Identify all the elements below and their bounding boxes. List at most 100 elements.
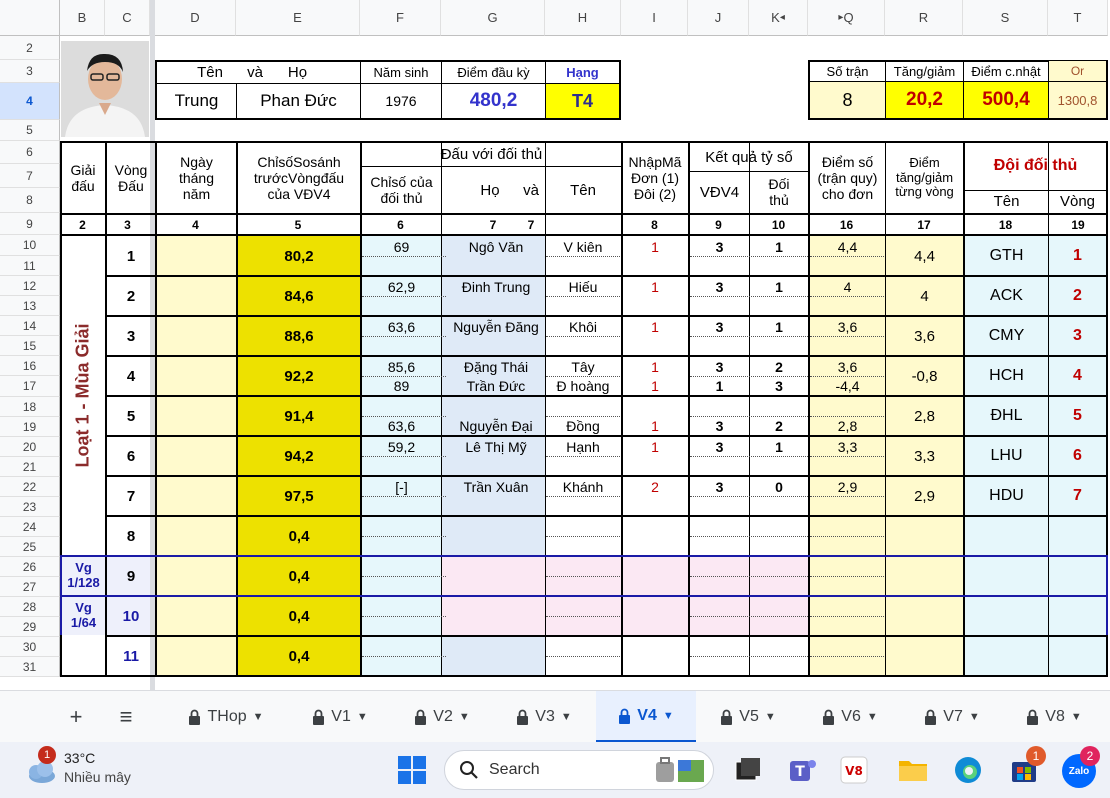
row-header[interactable]: 6: [0, 141, 60, 164]
row-header[interactable]: 2: [0, 36, 60, 60]
updated-score-cell[interactable]: 500,4: [964, 82, 1048, 118]
opponent-index[interactable]: [-]: [362, 477, 441, 496]
start-score-cell[interactable]: 480,2: [442, 84, 545, 118]
opponent-name[interactable]: Khánh: [546, 477, 620, 496]
round-index-cell[interactable]: 0,4: [238, 557, 360, 595]
opponent-index[interactable]: 89: [362, 376, 441, 395]
match-points[interactable]: 3,3: [810, 437, 885, 456]
row-header[interactable]: 25: [0, 537, 60, 557]
match-type[interactable]: 1: [622, 357, 688, 376]
match-points[interactable]: 2,8: [810, 416, 885, 435]
row-header[interactable]: 28: [0, 597, 60, 617]
opponent-round[interactable]: 1: [1049, 237, 1106, 275]
round-delta[interactable]: 4,4: [886, 237, 963, 275]
row-header[interactable]: 8: [0, 188, 60, 213]
row-header[interactable]: 20: [0, 437, 60, 457]
row-header[interactable]: 27: [0, 577, 60, 597]
opponent-team[interactable]: LHU: [965, 437, 1048, 475]
opponent-round[interactable]: 7: [1049, 477, 1106, 515]
expand-right-icon[interactable]: ▸: [838, 12, 843, 23]
round-delta[interactable]: 3,3: [886, 437, 963, 475]
row-header[interactable]: 22: [0, 477, 60, 497]
chevron-down-icon[interactable]: ▼: [969, 711, 980, 723]
column-header[interactable]: R: [885, 0, 963, 36]
sheet-tab-v8[interactable]: V8 ▼: [1004, 691, 1104, 743]
sheet-tab-v3[interactable]: V3 ▼: [494, 691, 594, 743]
column-header[interactable]: ▸ Q: [808, 0, 885, 36]
round-index-cell[interactable]: 0,4: [238, 517, 360, 555]
opponent-index[interactable]: 63,6: [362, 317, 441, 336]
match-type[interactable]: 1: [622, 237, 688, 256]
sheet-tab-v6[interactable]: V6 ▼: [800, 691, 900, 743]
score-opponent[interactable]: 0: [750, 477, 808, 496]
weather-temp[interactable]: 33°C: [64, 750, 95, 766]
match-points[interactable]: 4,4: [810, 237, 885, 256]
opponent-index[interactable]: 63,6: [362, 416, 441, 435]
opponent-team[interactable]: HCH: [965, 357, 1048, 395]
opponent-index[interactable]: 69: [362, 237, 441, 256]
chevron-down-icon[interactable]: ▼: [1071, 711, 1082, 723]
score-opponent[interactable]: 1: [750, 317, 808, 336]
first-name-cell[interactable]: Trung: [157, 84, 236, 118]
opponent-team[interactable]: ĐHL: [965, 397, 1048, 435]
row-header[interactable]: 11: [0, 256, 60, 276]
opponent-index[interactable]: 85,6: [362, 357, 441, 376]
opponent-name[interactable]: Khôi: [546, 317, 620, 336]
opponent-round[interactable]: 5: [1049, 397, 1106, 435]
windows-start-icon[interactable]: [396, 754, 428, 786]
row-header[interactable]: 12: [0, 276, 60, 296]
column-header[interactable]: D: [155, 0, 236, 36]
opponent-name[interactable]: Hạnh: [546, 437, 620, 456]
match-points[interactable]: 3,6: [810, 317, 885, 336]
column-header[interactable]: C: [105, 0, 150, 36]
opponent-index[interactable]: 62,9: [362, 277, 441, 296]
opponent-name[interactable]: Hiếu: [546, 277, 620, 296]
sheet-tab-v1[interactable]: V1 ▼: [290, 691, 390, 743]
row-header[interactable]: 10: [0, 235, 60, 256]
match-type[interactable]: 1: [622, 376, 688, 395]
rank-cell[interactable]: T4: [546, 84, 619, 118]
score-self[interactable]: 3: [690, 277, 749, 296]
sheet-tab-v7[interactable]: V7 ▼: [902, 691, 1002, 743]
opponent-name[interactable]: Đồng: [546, 416, 620, 435]
row-header[interactable]: 4: [0, 83, 60, 120]
sheet-tab-v5[interactable]: V5 ▼: [698, 691, 798, 743]
task-view-icon[interactable]: [732, 754, 764, 786]
column-header[interactable]: H: [545, 0, 621, 36]
sheet-tab-v4[interactable]: V4 ▼: [596, 691, 696, 743]
round-index-cell[interactable]: 94,2: [238, 437, 360, 475]
round-delta[interactable]: 3,6: [886, 317, 963, 355]
row-header[interactable]: 17: [0, 376, 60, 397]
edge-browser-icon[interactable]: [952, 754, 984, 786]
score-opponent[interactable]: 2: [750, 416, 808, 435]
column-header[interactable]: J: [688, 0, 749, 36]
row-header[interactable]: 13: [0, 296, 60, 316]
round-delta[interactable]: -0,8: [886, 357, 963, 395]
score-self[interactable]: 3: [690, 317, 749, 336]
row-header[interactable]: 3: [0, 60, 60, 83]
row-header[interactable]: 16: [0, 356, 60, 376]
column-header[interactable]: B: [60, 0, 105, 36]
match-type[interactable]: 1: [622, 277, 688, 296]
chevron-down-icon[interactable]: ▼: [663, 710, 674, 722]
all-sheets-menu-button[interactable]: ≡: [105, 691, 147, 743]
chevron-down-icon[interactable]: ▼: [253, 711, 264, 723]
round-delta[interactable]: 2,8: [886, 397, 963, 435]
score-self[interactable]: 3: [690, 357, 749, 376]
sheet-tab-thop[interactable]: THop ▼: [170, 691, 282, 743]
row-header[interactable]: 31: [0, 657, 60, 677]
opponent-name[interactable]: Đ hoàng: [546, 376, 620, 395]
column-header[interactable]: F: [360, 0, 441, 36]
opponent-round[interactable]: 2: [1049, 277, 1106, 315]
chevron-down-icon[interactable]: ▼: [561, 711, 572, 723]
opponent-team[interactable]: HDU: [965, 477, 1048, 515]
match-points[interactable]: -4,4: [810, 376, 885, 395]
opponent-round[interactable]: 4: [1049, 357, 1106, 395]
sheet-tab-v2[interactable]: V2 ▼: [392, 691, 492, 743]
match-points[interactable]: 2,9: [810, 477, 885, 496]
score-opponent[interactable]: 2: [750, 357, 808, 376]
score-opponent[interactable]: 3: [750, 376, 808, 395]
opponent-surname[interactable]: Nguyễn Đăng: [446, 317, 546, 336]
score-opponent[interactable]: 1: [750, 277, 808, 296]
add-sheet-button[interactable]: +: [55, 691, 97, 743]
